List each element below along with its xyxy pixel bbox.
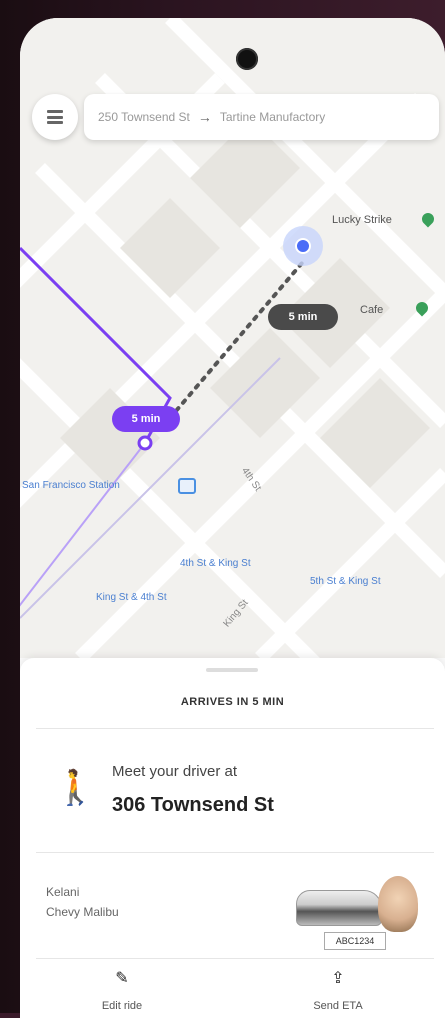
send-eta-label: Send ETA bbox=[313, 1000, 363, 1012]
divider bbox=[36, 958, 434, 959]
route-summary[interactable]: 250 Townsend St → Tartine Manufactory bbox=[84, 94, 439, 140]
destination-text: Tartine Manufactory bbox=[219, 110, 326, 124]
transit-label-station[interactable]: San Francisco Station bbox=[22, 480, 120, 491]
car-model: Chevy Malibu bbox=[46, 905, 119, 919]
transit-label-king-4th[interactable]: King St & 4th St bbox=[96, 592, 167, 603]
camera-icon bbox=[236, 48, 258, 70]
send-eta-button[interactable]: ⇪ Send ETA bbox=[268, 968, 408, 1012]
transit-label-5th-king[interactable]: 5th St & King St bbox=[310, 576, 381, 587]
driver-location-marker bbox=[295, 238, 311, 254]
menu-button[interactable] bbox=[32, 94, 78, 140]
edit-ride-button[interactable]: ✎ Edit ride bbox=[52, 968, 192, 1012]
share-icon: ⇪ bbox=[331, 970, 345, 987]
arrival-status: ARRIVES IN 5 MIN bbox=[180, 696, 285, 708]
car-image bbox=[296, 890, 382, 926]
license-plate: ABC1234 bbox=[324, 932, 386, 950]
place-label-cafe[interactable]: Cafe bbox=[360, 304, 383, 316]
transit-label-4th-king[interactable]: 4th St & King St bbox=[180, 558, 251, 569]
pickup-address: 306 Townsend St bbox=[112, 794, 274, 816]
route-header: 250 Townsend St → Tartine Manufactory bbox=[20, 88, 445, 148]
divider bbox=[36, 728, 434, 729]
place-label-lucky-strike[interactable]: Lucky Strike bbox=[332, 214, 392, 226]
divider bbox=[36, 852, 434, 853]
arrow-right-icon: → bbox=[197, 109, 212, 125]
pencil-icon: ✎ bbox=[115, 970, 129, 987]
origin-text: 250 Townsend St bbox=[98, 110, 190, 124]
driver-avatar[interactable] bbox=[378, 876, 418, 932]
pickup-point-marker bbox=[137, 435, 153, 451]
driver-name: Kelani bbox=[46, 885, 80, 899]
edit-ride-label: Edit ride bbox=[101, 1000, 143, 1012]
driver-eta-pill: 5 min bbox=[268, 304, 338, 330]
sheet-drag-handle[interactable] bbox=[206, 668, 258, 672]
menu-icon bbox=[47, 110, 63, 124]
ride-bottom-sheet: ARRIVES IN 5 MIN 🚶 Meet your driver at 3… bbox=[20, 658, 445, 1018]
walking-person-icon: 🚶 bbox=[54, 769, 97, 807]
phone-screen: 5 min 5 min Lucky Strike Cafe San Franci… bbox=[20, 18, 445, 1018]
walk-eta-pill: 5 min bbox=[112, 406, 180, 432]
train-station-icon[interactable] bbox=[178, 478, 196, 494]
meet-driver-label: Meet your driver at bbox=[112, 763, 238, 780]
map-view[interactable]: 5 min 5 min Lucky Strike Cafe San Franci… bbox=[20, 18, 445, 658]
